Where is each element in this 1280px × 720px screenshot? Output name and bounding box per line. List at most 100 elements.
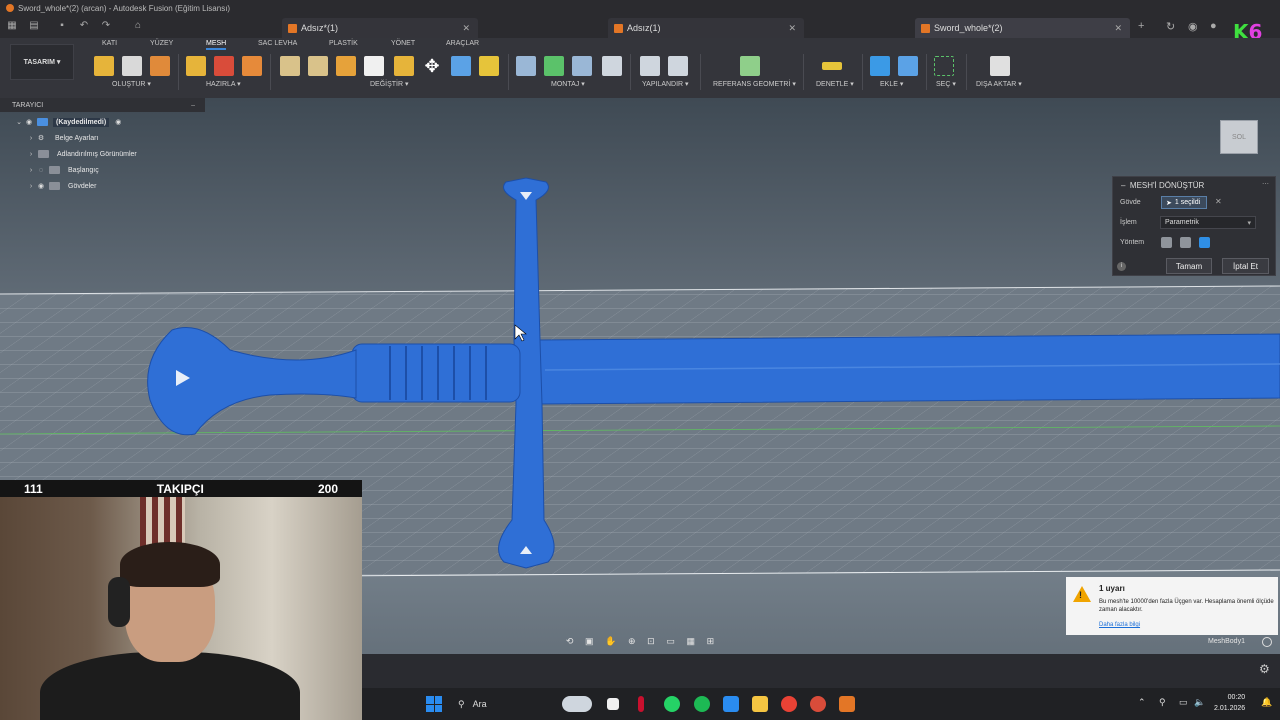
export-icon[interactable] bbox=[990, 56, 1010, 76]
decal-icon[interactable] bbox=[898, 56, 918, 76]
refresh-icon[interactable]: ↻ bbox=[1166, 20, 1175, 33]
visibility-eye-icon[interactable]: ◉ bbox=[36, 182, 46, 190]
chevron-down-icon[interactable]: ⌄ bbox=[14, 118, 24, 126]
radio-icon[interactable]: ◉ bbox=[115, 118, 121, 126]
tab-mesh[interactable]: MESH bbox=[206, 40, 227, 50]
group-olustur[interactable]: OLUŞTUR ▾ bbox=[112, 80, 151, 88]
separate-icon[interactable] bbox=[479, 56, 499, 76]
taskbar-search[interactable]: ⚲ Ara bbox=[452, 694, 552, 714]
clear-selection-icon[interactable]: ✕ bbox=[1215, 197, 1222, 206]
reduce-icon[interactable] bbox=[280, 56, 300, 76]
generate-faces-icon[interactable] bbox=[242, 56, 262, 76]
undo-icon[interactable]: ↶ bbox=[78, 20, 90, 32]
whatsapp-icon[interactable] bbox=[664, 696, 680, 712]
remesh-icon[interactable] bbox=[214, 56, 234, 76]
tab-plastik[interactable]: PLASTİK bbox=[329, 40, 358, 47]
group-referans-geometri[interactable]: REFERANS GEOMETRİ ▾ bbox=[713, 80, 796, 88]
info-icon[interactable]: i bbox=[1117, 262, 1126, 271]
redo-icon[interactable]: ↷ bbox=[100, 20, 112, 32]
job-status-icon[interactable]: ◉ bbox=[1188, 20, 1198, 33]
dialog-options-icon[interactable]: ⋯ bbox=[1262, 180, 1269, 188]
browser-item-belge-ayarlari[interactable]: › ⚙ Belge Ayarları bbox=[26, 131, 101, 145]
app-icon[interactable] bbox=[810, 696, 826, 712]
orbit-icon[interactable]: ⟲ bbox=[566, 636, 574, 647]
configure-icon[interactable] bbox=[640, 56, 660, 76]
tab-sword-whole[interactable]: Sword_whole*(2) ✕ bbox=[915, 18, 1130, 38]
zoom-icon[interactable]: ⊕ bbox=[628, 636, 636, 647]
browser-item-baslangic[interactable]: › ◌ Başlangıç bbox=[26, 163, 102, 177]
tab-yuzey[interactable]: YÜZEY bbox=[150, 40, 173, 47]
windows-start-icon[interactable] bbox=[426, 696, 442, 712]
new-tab-icon[interactable]: + bbox=[1138, 20, 1144, 32]
pan-icon[interactable]: ✋ bbox=[605, 636, 616, 647]
browser-item-govdeler[interactable]: › ◉ Gövdeler bbox=[26, 179, 99, 193]
fit-icon[interactable]: ⊡ bbox=[647, 636, 655, 647]
tessellate-icon[interactable] bbox=[150, 56, 170, 76]
plane-cut-icon[interactable] bbox=[308, 56, 328, 76]
construction-plane-icon[interactable] bbox=[740, 56, 760, 76]
joint-icon[interactable] bbox=[544, 56, 564, 76]
chevron-right-icon[interactable]: › bbox=[26, 151, 36, 158]
new-component-icon[interactable] bbox=[516, 56, 536, 76]
shell-icon[interactable] bbox=[394, 56, 414, 76]
learn-more-link[interactable]: Daha fazla bilgi bbox=[1099, 622, 1140, 628]
group-hazirla[interactable]: HAZIRLA ▾ bbox=[206, 80, 241, 88]
workspace-switcher[interactable]: TASARIM ▾ bbox=[10, 44, 74, 80]
insert-derive-icon[interactable] bbox=[870, 56, 890, 76]
gear-icon[interactable]: ⚙ bbox=[1259, 662, 1270, 676]
smooth-icon[interactable] bbox=[336, 56, 356, 76]
notification-bell-icon[interactable]: 🔔 bbox=[1261, 697, 1272, 708]
combine-icon[interactable] bbox=[364, 56, 384, 76]
browser-item-adlandirilmis-gorunumler[interactable]: › Adlandırılmış Görünümler bbox=[26, 147, 140, 161]
move-icon[interactable]: ✥ bbox=[422, 56, 442, 76]
network-icon[interactable]: ▭ bbox=[1179, 697, 1188, 708]
tab-adsiz-1-modified[interactable]: Adsız*(1) ✕ bbox=[282, 18, 478, 38]
configuration-table-icon[interactable] bbox=[668, 56, 688, 76]
close-icon[interactable]: ✕ bbox=[462, 23, 470, 34]
display-settings-icon[interactable]: ▭ bbox=[666, 636, 675, 647]
chevron-right-icon[interactable]: › bbox=[26, 135, 36, 142]
hidden-eye-icon[interactable]: ◌ bbox=[36, 167, 46, 174]
group-yapilandir[interactable]: YAPILANDIR ▾ bbox=[642, 80, 689, 88]
group-degistir[interactable]: DEĞİŞTİR ▾ bbox=[370, 80, 409, 88]
select-icon[interactable] bbox=[934, 56, 954, 76]
chevron-right-icon[interactable]: › bbox=[26, 167, 36, 174]
browser-root[interactable]: ⌄ ◉ (Kaydedilmedi) ◉ bbox=[14, 115, 121, 129]
spotify-icon[interactable] bbox=[694, 696, 710, 712]
chevron-up-icon[interactable]: ⌃ bbox=[1138, 697, 1146, 708]
group-montaj[interactable]: MONTAJ ▾ bbox=[551, 80, 585, 88]
method-organic-icon[interactable] bbox=[1199, 237, 1210, 248]
group-ekle[interactable]: EKLE ▾ bbox=[880, 80, 903, 88]
joint-origin-icon[interactable] bbox=[602, 56, 622, 76]
insert-mesh-icon[interactable] bbox=[94, 56, 114, 76]
fusion-taskbar-icon[interactable] bbox=[839, 696, 855, 712]
group-denetle[interactable]: DENETLE ▾ bbox=[816, 80, 854, 88]
operation-select[interactable]: Parametrik ▾ bbox=[1160, 216, 1256, 229]
notification-icon[interactable]: ● bbox=[1210, 20, 1217, 32]
convert-mesh-icon[interactable] bbox=[451, 56, 471, 76]
measure-icon[interactable] bbox=[822, 62, 842, 70]
group-disa-aktar[interactable]: DIŞA AKTAR ▾ bbox=[976, 80, 1022, 88]
tab-sac-levha[interactable]: SAC LEVHA bbox=[258, 40, 297, 47]
viewports-icon[interactable]: ⊞ bbox=[707, 636, 715, 647]
tab-yonet[interactable]: YÖNET bbox=[391, 40, 415, 47]
grid-menu-icon[interactable]: ▦ bbox=[6, 20, 18, 32]
weather-icon[interactable] bbox=[562, 696, 592, 712]
status-icon[interactable] bbox=[1262, 637, 1272, 647]
location-icon[interactable]: ⚲ bbox=[1159, 697, 1166, 708]
create-form-icon[interactable] bbox=[122, 56, 142, 76]
close-icon[interactable]: ✕ bbox=[788, 23, 796, 34]
volume-icon[interactable]: 🔈 bbox=[1194, 697, 1205, 708]
home-icon[interactable]: ⌂ bbox=[132, 20, 144, 32]
repair-icon[interactable] bbox=[186, 56, 206, 76]
task-view-icon[interactable] bbox=[607, 698, 619, 710]
tab-adsiz-1[interactable]: Adsız(1) ✕ bbox=[608, 18, 804, 38]
method-prismatic-icon[interactable] bbox=[1180, 237, 1191, 248]
chevron-right-icon[interactable]: › bbox=[26, 183, 36, 190]
netflix-icon[interactable] bbox=[638, 696, 644, 712]
cancel-button[interactable]: İptal Et bbox=[1222, 258, 1269, 274]
mail-icon[interactable] bbox=[723, 696, 739, 712]
ok-button[interactable]: Tamam bbox=[1166, 258, 1212, 274]
as-built-joint-icon[interactable] bbox=[572, 56, 592, 76]
viewcube[interactable]: SOL bbox=[1220, 120, 1258, 154]
